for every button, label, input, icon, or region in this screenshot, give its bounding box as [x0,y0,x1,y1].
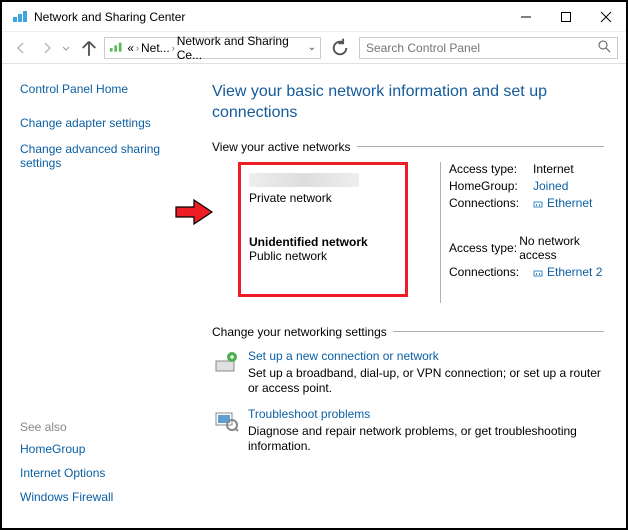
setup-connection-link[interactable]: Set up a new connection or network [248,349,439,363]
connection-link[interactable]: Ethernet 2 [547,265,602,279]
setting-new-connection: Set up a new connection or network Set u… [212,349,604,397]
ethernet-icon [533,267,543,277]
breadcrumb-item-2[interactable]: Network and Sharing Ce... [176,34,304,62]
see-also-section: See also HomeGroup Internet Options Wind… [20,420,192,514]
main-content: View your basic network information and … [202,64,626,526]
new-connection-icon [212,349,240,377]
network-name-redacted [249,173,359,187]
access-type-label: Access type: [449,162,533,176]
network-details-2: Access type:No network access Connection… [449,234,604,279]
network-details-1: Access type:Internet HomeGroup:Joined Co… [449,162,604,210]
see-also-firewall[interactable]: Windows Firewall [20,490,192,504]
connection-link[interactable]: Ethernet [547,196,592,210]
page-heading: View your basic network information and … [212,82,604,124]
homegroup-link[interactable]: Joined [533,179,568,193]
change-settings-header: Change your networking settings [212,325,604,339]
up-button[interactable] [78,37,100,59]
setting-troubleshoot: Troubleshoot problems Diagnose and repai… [212,407,604,455]
breadcrumb-root[interactable]: « [126,41,135,55]
divider [393,331,604,332]
search-box[interactable] [359,37,618,59]
network-details: Access type:Internet HomeGroup:Joined Co… [440,162,604,303]
address-icon [109,40,123,56]
connections-label: Connections: [449,265,533,279]
minimize-button[interactable] [506,3,546,31]
troubleshoot-link[interactable]: Troubleshoot problems [248,407,370,421]
window-controls [506,3,626,31]
control-panel-home-link[interactable]: Control Panel Home [20,82,192,96]
troubleshoot-desc: Diagnose and repair network problems, or… [248,424,604,455]
annotation-arrow-icon [174,197,214,230]
network-type: Private network [249,191,399,205]
network-type: Public network [249,249,399,263]
active-networks-label: View your active networks [212,140,351,154]
address-dropdown[interactable]: ⌄ [304,42,320,53]
sidebar-link-adapter[interactable]: Change adapter settings [20,116,192,130]
breadcrumb-item-1[interactable]: Net... [140,41,171,55]
see-also-header: See also [20,420,192,434]
toolbar: « › Net... › Network and Sharing Ce... ⌄ [2,32,626,64]
homegroup-label: HomeGroup: [449,179,533,193]
network-item-2[interactable]: Unidentified network Public network [249,235,399,263]
connections-label: Connections: [449,196,533,210]
access-type-label: Access type: [449,241,519,255]
app-icon [12,9,28,25]
active-networks-header: View your active networks [212,140,604,154]
setup-connection-desc: Set up a broadband, dial-up, or VPN conn… [248,366,604,397]
access-type-value: Internet [533,162,574,176]
forward-button[interactable] [36,37,58,59]
network-item-1[interactable]: Private network [249,173,399,205]
ethernet-icon [533,198,543,208]
refresh-button[interactable] [329,37,351,59]
see-also-internet-options[interactable]: Internet Options [20,466,192,480]
close-button[interactable] [586,3,626,31]
sidebar: Control Panel Home Change adapter settin… [2,64,202,526]
address-bar[interactable]: « › Net... › Network and Sharing Ce... ⌄ [104,37,321,59]
troubleshoot-icon [212,407,240,435]
active-networks-box: Private network Unidentified network Pub… [238,162,408,297]
network-title: Unidentified network [249,235,399,249]
recent-dropdown[interactable] [62,41,74,55]
back-button[interactable] [10,37,32,59]
change-settings-label: Change your networking settings [212,325,387,339]
sidebar-link-advanced[interactable]: Change advanced sharing settings [20,142,192,170]
maximize-button[interactable] [546,3,586,31]
search-input[interactable] [366,41,598,55]
access-type-value: No network access [519,234,604,262]
window-title: Network and Sharing Center [34,10,506,24]
search-icon [598,40,611,56]
window-titlebar: Network and Sharing Center [2,2,626,32]
divider [357,146,604,147]
see-also-homegroup[interactable]: HomeGroup [20,442,192,456]
